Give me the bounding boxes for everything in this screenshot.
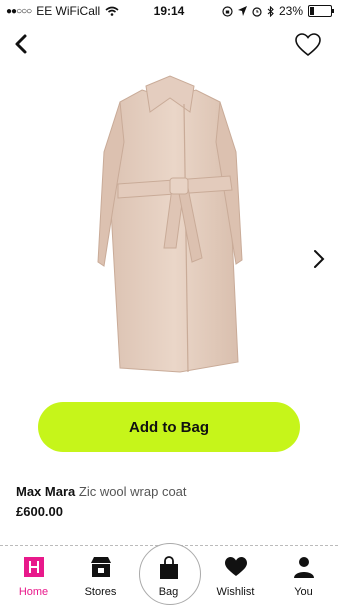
battery-fill xyxy=(310,7,314,15)
coat-image[interactable] xyxy=(80,72,260,390)
product-price: £600.00 xyxy=(16,504,63,519)
product-title: Max Mara Zic wool wrap coat xyxy=(16,484,187,499)
product-brand: Max Mara xyxy=(16,484,76,499)
tab-stores[interactable]: Stores xyxy=(67,548,134,600)
battery-percent: 23% xyxy=(278,4,303,18)
next-image-chevron-icon[interactable] xyxy=(312,248,326,270)
tab-home-label: Home xyxy=(18,586,49,598)
store-icon xyxy=(90,557,111,577)
tab-wishlist[interactable]: Wishlist xyxy=(202,548,269,600)
battery-icon xyxy=(308,5,334,17)
tab-home[interactable]: Home xyxy=(0,548,67,600)
tab-wishlist-label: Wishlist xyxy=(216,586,255,598)
tab-bag-label: Bag xyxy=(158,586,179,598)
location-icon xyxy=(237,6,247,16)
rotation-lock-icon xyxy=(222,5,233,17)
status-right: 23% xyxy=(222,4,334,18)
add-to-bag-button[interactable]: Add to Bag xyxy=(38,402,300,452)
wishlist-heart-icon[interactable] xyxy=(294,32,322,58)
person-icon xyxy=(293,557,314,578)
tab-bag[interactable]: Bag xyxy=(135,548,202,600)
tab-you-label: You xyxy=(294,586,313,598)
tab-you[interactable]: You xyxy=(270,548,337,600)
tab-bar: Home Stores Bag Wishlist You xyxy=(0,548,338,600)
home-icon xyxy=(23,557,44,577)
bluetooth-icon xyxy=(267,5,274,17)
product-name: Zic wool wrap coat xyxy=(78,484,187,499)
back-arrow-icon[interactable] xyxy=(10,32,34,56)
heart-icon xyxy=(224,557,247,576)
status-bar: ●●○○○ EE WiFiCall 19:14 23% xyxy=(0,0,338,22)
alarm-icon xyxy=(252,6,262,17)
tab-stores-label: Stores xyxy=(84,586,117,598)
bag-icon xyxy=(159,556,178,579)
